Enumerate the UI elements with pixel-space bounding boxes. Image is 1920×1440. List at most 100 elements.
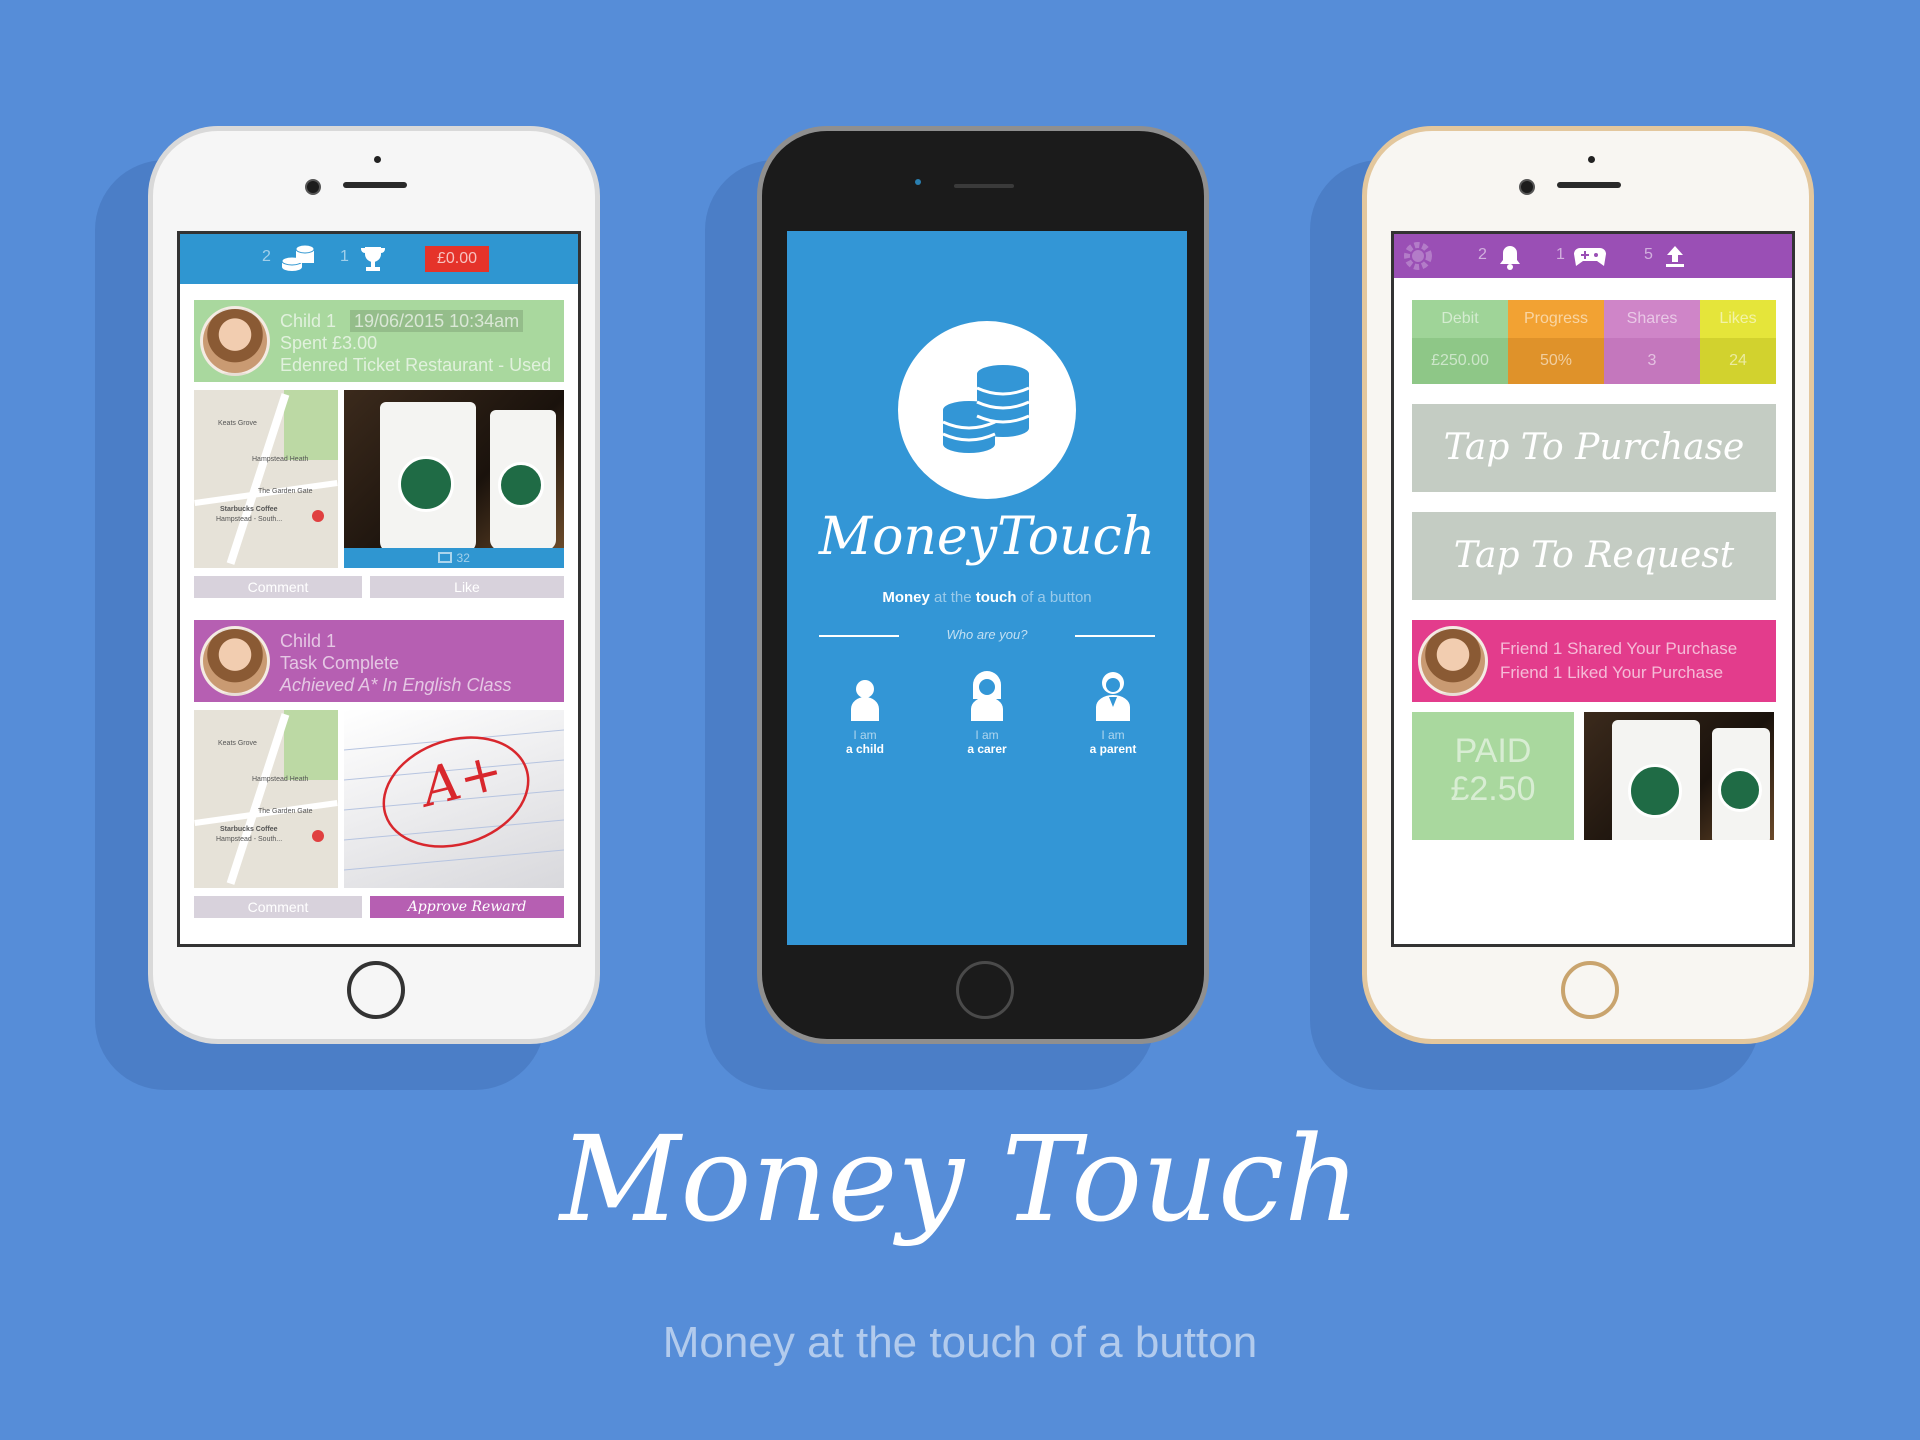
tap-to-request-button[interactable]: Tap To Request <box>1412 512 1776 600</box>
purchase-photo[interactable] <box>1584 712 1774 840</box>
role-child-label: a child <box>845 742 884 756</box>
comment-button[interactable]: Comment <box>194 896 362 918</box>
map-pin-icon <box>312 510 324 522</box>
role-carer-button[interactable]: I am a carer <box>947 669 1027 756</box>
gear-icon[interactable] <box>1402 240 1434 277</box>
divider-left <box>819 635 899 637</box>
parent-icon <box>1093 669 1133 728</box>
tagline-at-the: at the <box>934 589 972 606</box>
subtitle: Money at the touch of a button <box>662 1318 1258 1367</box>
approve-reward-button[interactable]: Approve Reward <box>370 896 564 918</box>
trophy-icon[interactable] <box>358 244 388 279</box>
card1-name: Child 1 <box>280 311 337 331</box>
photo-count: 32 <box>456 551 470 565</box>
tagline: Money at the touch of a button <box>787 589 1187 606</box>
middle-phone-screen: MoneyTouch Money at the touch of a butto… <box>787 231 1187 945</box>
stat-likes-label: Likes <box>1700 300 1776 338</box>
right-phone-sensor <box>1588 156 1595 163</box>
card1-spent: Spent £3.00 <box>280 333 378 353</box>
location-map[interactable]: Keats Grove Hampstead Heath The Garden G… <box>194 710 338 888</box>
map-label-shop2: Hampstead - South... <box>216 836 283 843</box>
map-label-street: Keats Grove <box>218 740 257 747</box>
share-count: 5 <box>1644 246 1653 263</box>
tagline-touch: touch <box>975 589 1017 606</box>
like-button[interactable]: Like <box>370 576 564 598</box>
left-phone-screen: 2 1 £0.00 Child 1 19/06/2015 10:34am Spe… <box>177 231 581 947</box>
friend-avatar <box>1418 626 1488 696</box>
right-header-bar: 2 1 5 <box>1394 234 1792 278</box>
location-map[interactable]: Keats Grove Hampstead Heath The Garden G… <box>194 390 338 568</box>
right-phone-home-button[interactable] <box>1561 961 1619 1019</box>
map-label-street: Keats Grove <box>218 420 257 427</box>
left-phone-home-button[interactable] <box>347 961 405 1019</box>
grade-photo[interactable]: A+ <box>344 710 564 888</box>
activity-card-purchase[interactable]: Child 1 19/06/2015 10:34am Spent £3.00 E… <box>194 300 564 382</box>
notification-card[interactable]: Friend 1 Shared Your Purchase Friend 1 L… <box>1412 620 1776 702</box>
bell-icon[interactable] <box>1498 244 1522 275</box>
coins-icon[interactable] <box>280 243 316 280</box>
card1-merchant: Edenred Ticket Restaurant - Used <box>280 355 552 375</box>
tagline-money: Money <box>882 589 930 606</box>
stat-shares-value: 3 <box>1604 338 1700 384</box>
role-child-button[interactable]: I am a child <box>825 677 905 756</box>
middle-phone-speaker <box>954 184 1014 188</box>
gamepad-icon[interactable] <box>1574 246 1606 273</box>
camera-icon <box>438 552 453 563</box>
notification-liked: Friend 1 Liked Your Purchase <box>1500 663 1724 682</box>
role-parent-button[interactable]: I am a parent <box>1073 669 1153 756</box>
card2-achievement: Achieved A* In English Class <box>280 675 512 695</box>
left-phone-sensor <box>374 156 381 163</box>
map-pin-icon <box>312 830 324 842</box>
map-label-garden: The Garden Gate <box>258 488 313 495</box>
notification-shared: Friend 1 Shared Your Purchase <box>1500 639 1738 658</box>
stat-progress-label: Progress <box>1508 300 1604 338</box>
coins-count: 2 <box>262 248 271 265</box>
role-carer-prefix: I am <box>975 728 999 742</box>
balance-badge[interactable]: £0.00 <box>425 246 489 272</box>
role-parent-prefix: I am <box>1101 728 1125 742</box>
child-icon <box>848 677 882 728</box>
paid-tile: PAID £2.50 <box>1412 712 1574 840</box>
card2-name: Child 1 <box>280 631 337 651</box>
middle-phone-camera <box>915 179 921 185</box>
stat-shares-label: Shares <box>1604 300 1700 338</box>
stat-debit-value: £250.00 <box>1412 338 1508 384</box>
stat-debit-label: Debit <box>1412 300 1508 338</box>
comment-button[interactable]: Comment <box>194 576 362 598</box>
who-are-you-label: Who are you? <box>946 627 1028 642</box>
game-count: 1 <box>1556 246 1565 263</box>
right-phone-screen: 2 1 5 Debit £250.00 Progress 50% Shares … <box>1391 231 1795 947</box>
carer-icon <box>968 669 1006 728</box>
photo-count-bar: 32 <box>344 548 564 568</box>
map-label-shop: Starbucks Coffee <box>220 826 278 833</box>
stat-progress-value: 50% <box>1508 338 1604 384</box>
middle-phone: MoneyTouch Money at the touch of a butto… <box>757 126 1209 1044</box>
trophy-count: 1 <box>340 248 349 265</box>
upload-icon[interactable] <box>1664 244 1686 273</box>
right-phone-camera <box>1519 179 1535 195</box>
card1-timestamp: 19/06/2015 10:34am <box>350 310 524 332</box>
stat-likes-value: 24 <box>1700 338 1776 384</box>
right-phone: 2 1 5 Debit £250.00 Progress 50% Shares … <box>1362 126 1814 1044</box>
left-phone: 2 1 £0.00 Child 1 19/06/2015 10:34am Spe… <box>148 126 600 1044</box>
card2-status: Task Complete <box>280 653 400 673</box>
child-avatar <box>200 626 270 696</box>
map-label-heath: Hampstead Heath <box>252 776 309 783</box>
left-phone-speaker <box>343 182 407 188</box>
stats-grid: Debit £250.00 Progress 50% Shares 3 Like… <box>1412 300 1776 384</box>
app-name: MoneyTouch <box>818 507 1156 567</box>
role-carer-label: a carer <box>967 742 1007 756</box>
left-header-bar: 2 1 £0.00 <box>180 234 578 284</box>
left-phone-camera <box>305 179 321 195</box>
headline: Money Touch <box>559 1110 1361 1248</box>
coffee-photo[interactable] <box>344 390 564 548</box>
tagline-of-a-button: of a button <box>1020 589 1092 606</box>
tap-to-purchase-button[interactable]: Tap To Purchase <box>1412 404 1776 492</box>
paid-label: PAID <box>1454 732 1532 770</box>
role-parent-label: a parent <box>1089 742 1137 756</box>
middle-phone-home-button[interactable] <box>956 961 1014 1019</box>
map-label-garden: The Garden Gate <box>258 808 313 815</box>
divider-right <box>1075 635 1155 637</box>
map-label-shop: Starbucks Coffee <box>220 506 278 513</box>
activity-card-task[interactable]: Child 1 Task Complete Achieved A* In Eng… <box>194 620 564 702</box>
